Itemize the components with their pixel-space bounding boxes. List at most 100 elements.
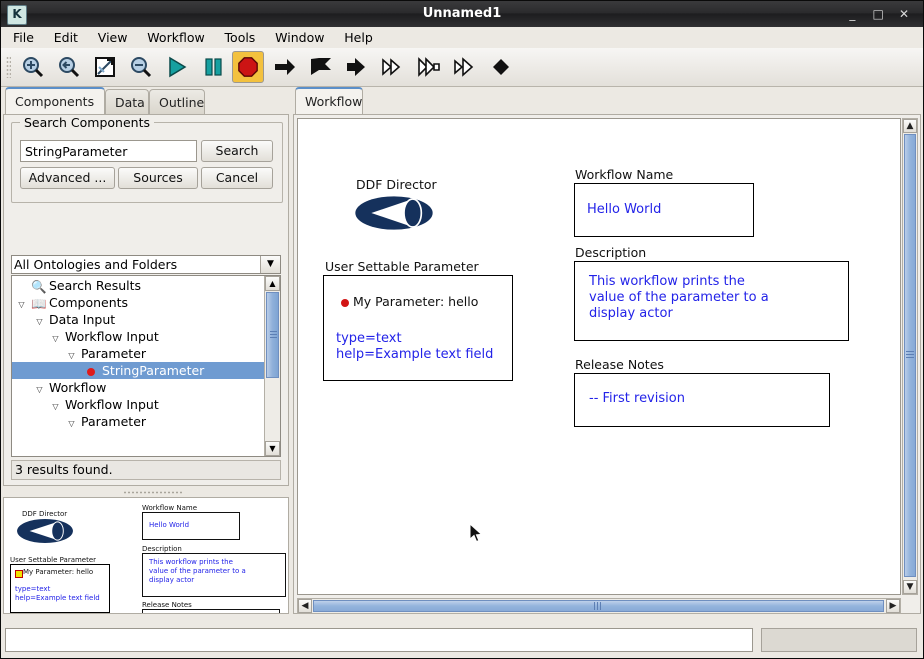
diamond-icon[interactable]	[485, 51, 517, 83]
canvas-scroll-left-icon[interactable]: ◀	[298, 599, 312, 613]
tree-row[interactable]: ▽ Data Input	[12, 311, 265, 328]
tab-components[interactable]: Components	[5, 87, 105, 114]
chevron-down-icon[interactable]: ▽	[66, 415, 77, 432]
double-arrow-icon[interactable]	[377, 51, 409, 83]
annotation-text-workflow-name: Hello World	[587, 202, 662, 217]
annotation-label-description: Description	[575, 245, 647, 260]
parameter-actor-box[interactable]	[323, 275, 513, 381]
tree-row-selected[interactable]: StringParameter	[12, 362, 265, 379]
minimize-button[interactable]: _	[841, 1, 863, 27]
zoom-in-icon[interactable]	[17, 51, 49, 83]
ddf-director-icon[interactable]	[354, 193, 434, 233]
menu-item-file[interactable]: File	[5, 27, 42, 48]
hscroll-thumb-grip	[593, 602, 603, 610]
tree-label: Workflow Input	[64, 329, 159, 344]
menu-item-help[interactable]: Help	[336, 27, 381, 48]
toolbar	[1, 48, 923, 87]
thumb-parameter-dot	[15, 570, 23, 578]
step-arrow-icon[interactable]	[269, 51, 301, 83]
close-button[interactable]: ✕	[893, 1, 915, 27]
workflow-thumbnail[interactable]: DDF Director User Settable Parameter My …	[3, 497, 289, 614]
vscroll-thumb-grip	[906, 350, 914, 360]
workflow-pane: DDF Director User Settable Parameter My …	[293, 114, 921, 614]
window-controls: _ □ ✕	[841, 1, 915, 27]
thumb-anno-label-1: Description	[142, 545, 182, 553]
tree-label: Data Input	[48, 312, 116, 327]
double-chevron-arrow-icon[interactable]	[449, 51, 481, 83]
canvas-scroll-down-icon[interactable]: ▼	[903, 580, 917, 594]
search-input[interactable]: StringParameter	[20, 140, 197, 162]
zoom-fit-icon[interactable]	[89, 51, 121, 83]
tree-label: StringParameter	[101, 363, 205, 378]
menu-item-edit[interactable]: Edit	[46, 27, 86, 48]
main-panel-tabs: Workflow	[293, 87, 921, 114]
canvas-vertical-scrollbar[interactable]: ▲ ▼	[902, 118, 918, 595]
tree-label: Search Results	[48, 278, 142, 293]
double-outline-arrow-icon[interactable]	[413, 51, 445, 83]
tree-label: Parameter	[80, 414, 147, 429]
tree-vertical-scrollbar[interactable]: ▲ ▼	[264, 276, 280, 456]
book-icon: 📖	[30, 296, 47, 311]
scroll-down-icon[interactable]: ▼	[265, 441, 280, 456]
tab-data[interactable]: Data	[105, 89, 149, 114]
components-pane: Search Components StringParameter Search…	[3, 114, 289, 486]
scroll-up-icon[interactable]: ▲	[265, 276, 280, 291]
tree-row[interactable]: ▽ 📖 Components	[12, 294, 265, 311]
tree-row[interactable]: 🔍 Search Results	[12, 277, 265, 294]
tree-label: Workflow Input	[64, 397, 159, 412]
workflow-canvas[interactable]: DDF Director User Settable Parameter My …	[297, 118, 901, 595]
thumb-anno-text-0: Hello World	[149, 521, 190, 529]
tree-row[interactable]: ▽ Parameter	[12, 345, 265, 362]
tab-outline[interactable]: Outline	[149, 89, 205, 114]
menu-item-window[interactable]: Window	[267, 27, 332, 48]
sources-button[interactable]: Sources	[118, 167, 198, 189]
status-message-field[interactable]	[5, 628, 753, 652]
thumb-anno-label-0: Workflow Name	[142, 504, 198, 512]
annotation-text-release-notes: -- First revision	[589, 391, 685, 406]
title-bar: K Unnamed1 _ □ ✕	[1, 1, 923, 28]
tree-row[interactable]: ▽ Workflow	[12, 379, 265, 396]
thumb-director-icon	[17, 518, 73, 544]
canvas-horizontal-scrollbar[interactable]: ◀ ▶	[297, 598, 901, 614]
thumb-anno-label-2: Release Notes	[142, 601, 192, 609]
left-panel-splitter[interactable]	[3, 488, 289, 497]
status-bar	[1, 619, 923, 658]
tree-row[interactable]: ▽ Workflow Input	[12, 396, 265, 413]
search-components-group: Search Components StringParameter Search…	[11, 115, 283, 203]
canvas-scroll-right-icon[interactable]: ▶	[886, 599, 900, 613]
tree-row[interactable]: ▽ Workflow Input	[12, 328, 265, 345]
annotation-label-workflow-name: Workflow Name	[575, 167, 674, 182]
run-icon[interactable]	[161, 51, 193, 83]
thumb-parameter-label: User Settable Parameter	[10, 556, 97, 564]
search-button[interactable]: Search	[201, 140, 273, 162]
flag-arrow-icon[interactable]	[305, 51, 337, 83]
parameter-actor-label: User Settable Parameter	[325, 259, 479, 274]
toolbar-grip[interactable]	[6, 56, 11, 78]
maximize-button[interactable]: □	[867, 1, 889, 27]
zoom-out-icon[interactable]	[125, 51, 157, 83]
pause-icon[interactable]	[197, 51, 229, 83]
chevron-down-icon[interactable]: ▼	[260, 256, 280, 273]
canvas-scroll-up-icon[interactable]: ▲	[903, 119, 917, 133]
canvas-vscroll-thumb[interactable]	[904, 134, 916, 577]
canvas-hscroll-thumb[interactable]	[313, 600, 884, 612]
search-results-status: 3 results found.	[11, 460, 281, 480]
left-panel-tabs: Components Data Outline	[3, 87, 289, 114]
solid-arrow-icon[interactable]	[341, 51, 373, 83]
tree-row[interactable]: ▽ Parameter	[12, 413, 265, 430]
menu-item-view[interactable]: View	[90, 27, 136, 48]
thumb-parameter-name: My Parameter: hello	[23, 568, 94, 576]
components-tree[interactable]: 🔍 Search Results ▽ 📖 Components ▽ Data I…	[11, 275, 281, 457]
menu-item-tools[interactable]: Tools	[217, 27, 264, 48]
application-window: K Unnamed1 _ □ ✕ File Edit View Workflow…	[0, 0, 924, 659]
zoom-reset-icon[interactable]	[53, 51, 85, 83]
menu-item-workflow[interactable]: Workflow	[139, 27, 212, 48]
ontology-scope-combo[interactable]: All Ontologies and Folders ▼	[11, 255, 281, 274]
main-panel: Workflow DDF Director User Settable Para…	[293, 87, 921, 614]
cancel-button[interactable]: Cancel	[201, 167, 273, 189]
stop-icon[interactable]	[232, 51, 264, 83]
tree-scroll-thumb[interactable]	[266, 292, 279, 378]
splitter-grip	[123, 491, 183, 494]
advanced-button[interactable]: Advanced ...	[20, 167, 115, 189]
tab-workflow[interactable]: Workflow	[295, 87, 363, 114]
